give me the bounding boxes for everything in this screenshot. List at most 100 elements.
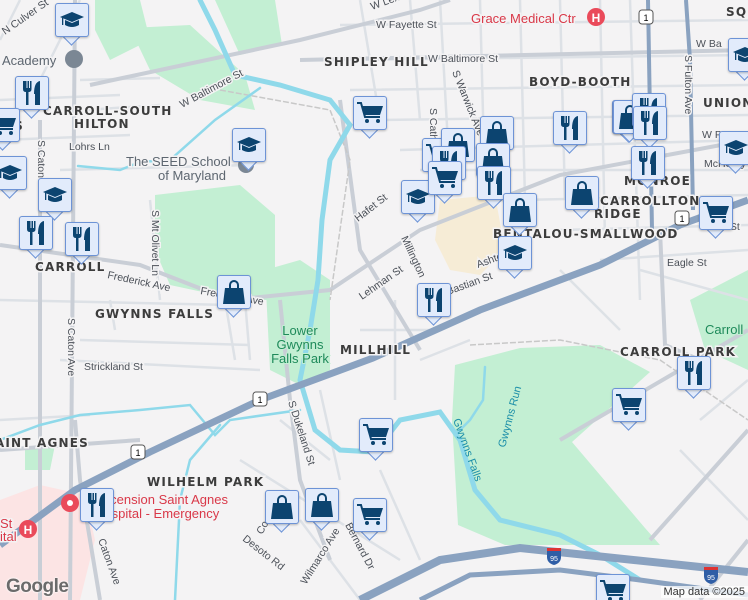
marker-shopping-cart[interactable] xyxy=(596,574,630,600)
shopping-cart-icon xyxy=(353,498,387,532)
marker-shopping-cart[interactable] xyxy=(353,498,387,541)
marker-shopping-cart[interactable] xyxy=(359,418,393,461)
svg-text:S Dukeland St: S Dukeland St xyxy=(285,399,317,467)
svg-text:S Caton Ave: S Caton Ave xyxy=(65,318,77,376)
label-wilhelm-park: WILHELM PARK xyxy=(147,475,264,489)
shopping-cart-icon xyxy=(612,388,646,422)
label-boyd-booth: BOYD-BOOTH xyxy=(529,75,632,89)
svg-text:Ascension Saint Agnes: Ascension Saint Agnes xyxy=(95,492,228,507)
education-icon xyxy=(0,156,27,190)
svg-text:S Mt Olivet Ln: S Mt Olivet Ln xyxy=(149,210,161,276)
svg-text:Strickland St: Strickland St xyxy=(84,361,143,373)
marker-education[interactable] xyxy=(498,236,532,279)
label-shipley-hill: SHIPLEY HILL xyxy=(324,55,429,69)
marker-restaurant[interactable] xyxy=(417,283,451,326)
marker-shopping-cart[interactable] xyxy=(353,96,387,139)
map-attribution[interactable]: Map data ©2025 xyxy=(660,586,748,598)
marker-shopping-bag[interactable] xyxy=(565,176,599,219)
shopping-cart-icon xyxy=(0,108,20,142)
shopping-bag-icon xyxy=(565,176,599,210)
svg-text:95: 95 xyxy=(707,575,715,582)
education-icon xyxy=(728,38,748,72)
marker-shopping-bag[interactable] xyxy=(265,490,299,533)
label-carroll-south: CARROLL-SOUTH xyxy=(43,104,172,118)
svg-text:Hafet St: Hafet St xyxy=(352,192,389,225)
marker-restaurant[interactable] xyxy=(553,111,587,154)
marker-shopping-cart[interactable] xyxy=(428,161,462,204)
restaurant-icon xyxy=(633,106,667,140)
marker-education[interactable] xyxy=(55,3,89,46)
education-icon xyxy=(232,128,266,162)
label-squ: SQU xyxy=(726,5,748,19)
marker-restaurant[interactable] xyxy=(80,488,114,531)
map-canvas[interactable]: 1 1 1 1 95 95 SHIPLEY HILL BOYD-BOOTH CA… xyxy=(0,0,748,600)
shopping-cart-icon xyxy=(359,418,393,452)
label-millhill: MILLHILL xyxy=(340,343,411,357)
restaurant-icon xyxy=(19,216,53,250)
restaurant-icon xyxy=(553,111,587,145)
svg-text:W Baltimore St: W Baltimore St xyxy=(428,53,498,65)
restaurant-icon xyxy=(677,356,711,390)
marker-restaurant[interactable] xyxy=(631,146,665,189)
shopping-cart-icon xyxy=(353,96,387,130)
restaurant-icon xyxy=(417,283,451,317)
label-saint-agnes: SAINT AGNES xyxy=(0,436,89,450)
svg-text:1: 1 xyxy=(257,395,262,405)
svg-text:1: 1 xyxy=(643,13,648,23)
svg-text:1: 1 xyxy=(135,448,140,458)
svg-text:W Fayette St: W Fayette St xyxy=(376,19,437,31)
marker-restaurant[interactable] xyxy=(677,356,711,399)
svg-text:Desoto Rd: Desoto Rd xyxy=(240,533,287,573)
svg-text:H: H xyxy=(24,523,33,537)
svg-text:Carroll: Carroll xyxy=(705,322,743,337)
marker-education[interactable] xyxy=(0,156,27,199)
svg-text:of Maryland: of Maryland xyxy=(158,168,226,183)
label-gwynns-falls: GWYNNS FALLS xyxy=(95,307,214,321)
svg-text:H: H xyxy=(592,11,601,25)
svg-text:Academy: Academy xyxy=(2,53,57,68)
marker-shopping-cart[interactable] xyxy=(612,388,646,431)
restaurant-icon xyxy=(80,488,114,522)
poi-academy[interactable]: Academy xyxy=(1,50,83,70)
marker-shopping-cart[interactable] xyxy=(699,196,733,239)
svg-text:Lohrs Ln: Lohrs Ln xyxy=(69,141,110,153)
svg-text:Grace Medical Ctr: Grace Medical Ctr xyxy=(471,11,576,26)
marker-restaurant[interactable] xyxy=(15,76,49,119)
shopping-cart-icon xyxy=(699,196,733,230)
shopping-bag-icon xyxy=(305,488,339,522)
svg-text:S Fulton Ave: S Fulton Ave xyxy=(682,55,694,115)
restaurant-icon xyxy=(65,222,99,256)
shopping-bag-icon xyxy=(265,490,299,524)
svg-text:95: 95 xyxy=(550,556,558,563)
label-carrollton: CARROLLTON xyxy=(600,194,701,208)
label-w-ba: W Ba xyxy=(696,38,722,50)
svg-text:Eagle St: Eagle St xyxy=(667,257,707,269)
restaurant-icon xyxy=(631,146,665,180)
education-icon xyxy=(55,3,89,37)
marker-education[interactable] xyxy=(719,131,748,174)
svg-text:Lower: Lower xyxy=(282,323,318,338)
marker-education[interactable] xyxy=(232,128,266,171)
svg-text:N Culver St: N Culver St xyxy=(0,0,51,37)
label-union: UNION xyxy=(703,96,748,110)
education-icon xyxy=(498,236,532,270)
label-hilton: HILTON xyxy=(74,117,130,131)
marker-education[interactable] xyxy=(728,38,748,81)
marker-shopping-bag[interactable] xyxy=(503,193,537,236)
marker-restaurant[interactable] xyxy=(633,106,667,149)
education-icon xyxy=(38,178,72,212)
shopping-cart-icon xyxy=(596,574,630,600)
shopping-bag-icon xyxy=(503,193,537,227)
marker-restaurant[interactable] xyxy=(65,222,99,265)
shopping-bag-icon xyxy=(217,275,251,309)
google-logo: Google xyxy=(6,576,69,597)
svg-text:Bastian St: Bastian St xyxy=(445,270,494,298)
marker-shopping-bag[interactable] xyxy=(217,275,251,318)
marker-education[interactable] xyxy=(38,178,72,221)
school-icon xyxy=(65,50,83,68)
marker-restaurant[interactable] xyxy=(19,216,53,259)
poi-grace-medical[interactable]: Grace Medical Ctr H xyxy=(470,8,605,28)
marker-shopping-cart[interactable] xyxy=(0,108,20,151)
restaurant-icon xyxy=(15,76,49,110)
marker-shopping-bag[interactable] xyxy=(305,488,339,531)
